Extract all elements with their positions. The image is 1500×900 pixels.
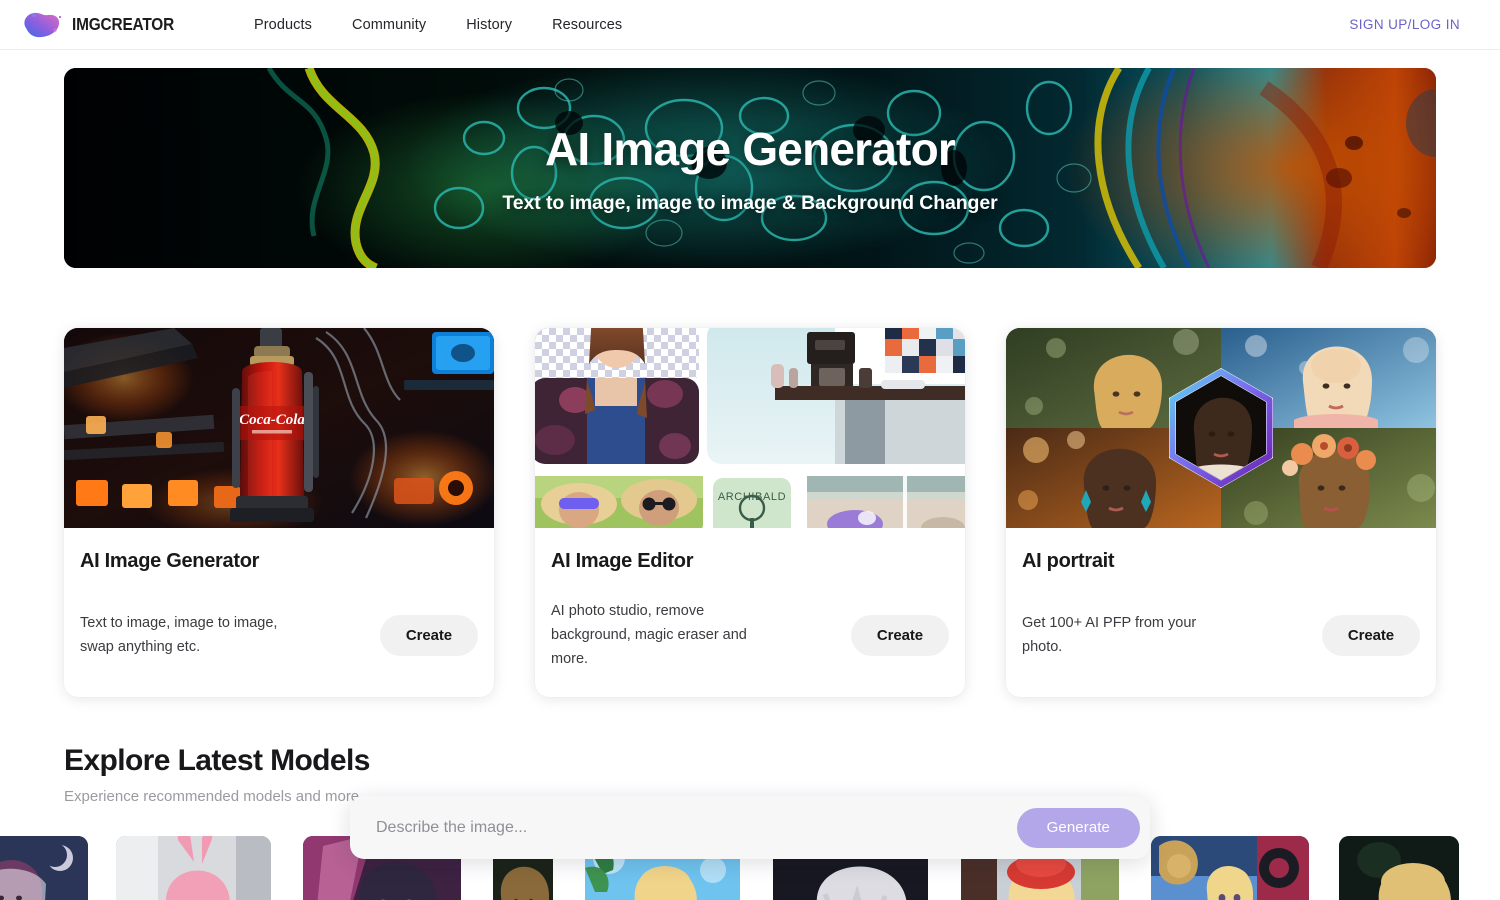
card-ai-image-editor[interactable]: ARCHIBALD AI Image Editor AI photo studi… — [535, 328, 965, 697]
brand-name: IMGCREATOR — [72, 14, 175, 34]
hero-text-block: AI Image Generator Text to image, image … — [64, 68, 1436, 268]
thumbnail-art-pink-bunny — [116, 836, 271, 900]
card-body: AI Image Generator Text to image, image … — [64, 528, 494, 697]
hero-banner: AI Image Generator Text to image, image … — [64, 68, 1436, 268]
card-title: AI Image Generator — [80, 550, 260, 572]
card-title: AI portrait — [1022, 550, 1115, 572]
photo-editing-collage-artwork: ARCHIBALD — [535, 328, 965, 528]
thumbnail-item[interactable] — [116, 836, 271, 900]
hero-title: AI Image Generator — [545, 122, 956, 175]
cyberpunk-bottle-artwork: Coca-Cola — [64, 328, 494, 528]
card-body: AI Image Editor AI photo studio, remove … — [535, 528, 965, 697]
thumbnail-art-graffiti — [1151, 836, 1309, 900]
card-footer: AI photo studio, remove background, magi… — [551, 599, 949, 671]
sign-up-log-in-link[interactable]: SIGN UP/LOG IN — [1349, 17, 1460, 32]
card-footer: Text to image, image to image, swap anyt… — [80, 599, 478, 671]
card-ai-image-generator[interactable]: Coca-Cola AI Image Generator Text to ima… — [64, 328, 494, 697]
brand-logo[interactable]: IMGCREATOR — [20, 9, 188, 41]
generate-button[interactable]: Generate — [1016, 807, 1140, 848]
gradient-blob-icon — [24, 12, 62, 37]
portrait-grid-artwork — [1006, 328, 1436, 528]
card-body: AI portrait Get 100+ AI PFP from your ph… — [1006, 528, 1436, 697]
prompt-input[interactable] — [376, 818, 1017, 837]
thumbnail-art-moon-veil — [0, 836, 88, 900]
card-description: Text to image, image to image, swap anyt… — [80, 615, 278, 655]
card-media-coca-cola: Coca-Cola — [64, 328, 494, 528]
create-button-editor[interactable]: Create — [850, 614, 949, 656]
top-navigation-bar: IMGCREATOR Products Community History Re… — [0, 0, 1500, 50]
primary-nav: Products Community History Resources — [234, 11, 642, 39]
card-footer: Get 100+ AI PFP from your photo. Create — [1022, 599, 1420, 671]
card-ai-portrait[interactable]: AI portrait Get 100+ AI PFP from your ph… — [1006, 328, 1436, 697]
card-description: Get 100+ AI PFP from your photo. — [1022, 615, 1197, 655]
feature-card-row: Coca-Cola AI Image Generator Text to ima… — [64, 328, 1436, 697]
thumbnail-art-dark-blonde — [1339, 836, 1459, 900]
nav-link-products[interactable]: Products — [234, 11, 332, 39]
hero-subtitle: Text to image, image to image & Backgrou… — [502, 191, 998, 214]
card-media-editor-collage: ARCHIBALD — [535, 328, 965, 528]
nav-link-history[interactable]: History — [446, 11, 532, 39]
explore-title: Explore Latest Models — [64, 744, 370, 777]
card-title: AI Image Editor — [551, 550, 694, 572]
nav-link-resources[interactable]: Resources — [532, 11, 642, 39]
thumbnail-item[interactable] — [1151, 836, 1309, 900]
create-button-generator[interactable]: Create — [379, 614, 478, 656]
thumbnail-item[interactable] — [1339, 836, 1459, 900]
svg-text:Coca-Cola: Coca-Cola — [239, 412, 305, 428]
prompt-bar[interactable]: Generate — [350, 796, 1150, 859]
card-description: AI photo studio, remove background, magi… — [551, 603, 747, 667]
create-button-portrait[interactable]: Create — [1321, 614, 1420, 656]
nav-link-community[interactable]: Community — [332, 11, 446, 39]
thumbnail-item[interactable] — [0, 836, 88, 900]
card-media-portrait-grid — [1006, 328, 1436, 528]
